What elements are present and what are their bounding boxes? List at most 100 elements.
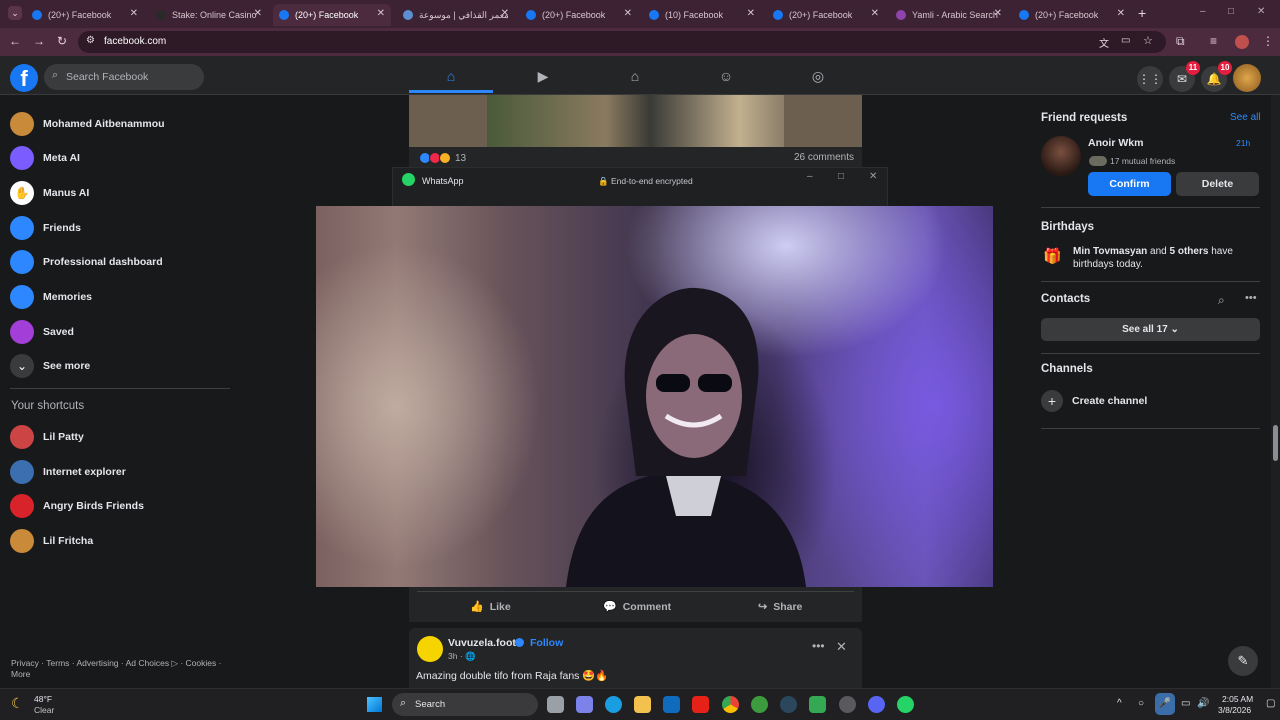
network-icon[interactable]: ▭ (1181, 698, 1190, 709)
onedrive-icon[interactable]: ○ (1138, 698, 1144, 709)
facebook-logo-icon[interactable]: f (10, 64, 38, 92)
file-explorer-icon[interactable] (634, 696, 651, 713)
shortcut-item[interactable]: Lil Fritcha (10, 526, 93, 556)
weather-condition[interactable]: Clear (34, 705, 54, 715)
notifications-button[interactable]: 🔔 10 (1201, 61, 1232, 92)
nav-video-tab[interactable]: ▶ (501, 60, 585, 93)
outlook-icon[interactable] (663, 696, 680, 713)
play-games-icon[interactable] (809, 696, 826, 713)
follow-button[interactable]: Follow (530, 637, 563, 649)
whatsapp-taskbar-icon[interactable] (897, 696, 914, 713)
steam-icon[interactable] (780, 696, 797, 713)
page-avatar[interactable] (417, 636, 443, 662)
create-channel-button[interactable]: + Create channel (1041, 390, 1147, 412)
weather-temperature[interactable]: 48°F (34, 694, 52, 704)
browser-tab[interactable]: (20+) Facebook ✕ (26, 4, 144, 26)
share-button[interactable]: ↪ Share (758, 600, 802, 614)
browser-tab[interactable]: Yamli - Arabic Search ✕ (890, 4, 1008, 26)
comments-count[interactable]: 26 comments (794, 152, 854, 163)
shortcut-item[interactable]: Internet explorer (10, 457, 126, 487)
cast-icon[interactable]: ▭ (1121, 35, 1130, 46)
sidebar-item-memories[interactable]: Memories (10, 282, 92, 312)
wa-minimize-button[interactable]: – (807, 171, 813, 182)
browser-tab[interactable]: (20+) Facebook ✕ (273, 4, 391, 26)
browser-tab[interactable]: معمر القذافي | موسوعة ✕ (397, 4, 515, 26)
notification-center-icon[interactable]: ▢ (1266, 698, 1275, 709)
close-tab-icon[interactable]: ✕ (871, 8, 879, 19)
browser-menu-icon[interactable]: ⋮ (1262, 34, 1274, 48)
browser-profile-avatar[interactable] (1235, 35, 1249, 49)
taskbar-search[interactable]: ⌕ Search (392, 693, 538, 716)
nav-gaming-tab[interactable]: ◎ (776, 60, 860, 93)
post-image[interactable] (409, 95, 862, 147)
browser-tab[interactable]: (20+) Facebook ✕ (767, 4, 885, 26)
birthday-notice[interactable]: Min Tovmasyan and 5 others have birthday… (1073, 245, 1258, 271)
search-input[interactable]: ⌕ Search Facebook (44, 64, 204, 90)
minimize-button[interactable]: – (1200, 6, 1206, 17)
browser-tab[interactable]: (20+) Facebook ✕ (520, 4, 638, 26)
sidebar-item-manus-ai[interactable]: ✋ Manus AI (10, 178, 89, 208)
clock-time[interactable]: 2:05 AM (1222, 694, 1253, 704)
forward-arrow-icon[interactable]: → (33, 34, 45, 48)
delete-button[interactable]: Delete (1176, 172, 1259, 196)
close-window-button[interactable]: ✕ (1257, 6, 1265, 17)
browser-tab[interactable]: (10) Facebook ✕ (643, 4, 761, 26)
see-all-requests-link[interactable]: See all (1230, 112, 1261, 123)
footer-links[interactable]: Privacy · Terms · Advertising · Ad Choic… (11, 658, 231, 680)
account-avatar[interactable] (1233, 64, 1261, 92)
video-call-feed[interactable] (316, 206, 993, 587)
contacts-search-icon[interactable]: ⌕ (1218, 293, 1225, 308)
new-message-button[interactable]: ✎ (1228, 646, 1258, 676)
nav-home-tab[interactable]: ⌂ (409, 60, 493, 93)
sidebar-item-meta-ai[interactable]: Meta AI (10, 143, 80, 173)
tab-search-chevron-icon[interactable]: ⌄ (8, 6, 22, 20)
youtube-icon[interactable] (692, 696, 709, 713)
maximize-button[interactable]: □ (1228, 6, 1234, 17)
scrollbar-thumb[interactable] (1273, 425, 1278, 461)
edge-icon[interactable] (605, 696, 622, 713)
wa-maximize-button[interactable]: □ (838, 171, 844, 182)
extensions-icon[interactable]: ⧉ (1176, 34, 1185, 49)
shortcut-item[interactable]: Lil Patty (10, 422, 84, 452)
mutual-friends-count[interactable]: 17 mutual friends (1110, 156, 1175, 166)
contacts-more-icon[interactable]: ••• (1245, 292, 1257, 304)
more-options-icon[interactable]: ••• (812, 639, 825, 653)
microphone-icon[interactable]: 🎤 (1155, 693, 1175, 715)
close-tab-icon[interactable]: ✕ (501, 8, 509, 19)
close-tab-icon[interactable]: ✕ (624, 8, 632, 19)
task-view-icon[interactable] (547, 696, 564, 713)
page-scrollbar[interactable] (1271, 95, 1280, 688)
volume-icon[interactable]: 🔊 (1197, 698, 1209, 709)
see-all-contacts-button[interactable]: See all 17 ⌄ (1041, 318, 1260, 341)
post-timestamp[interactable]: 3h · 🌐 (448, 651, 476, 662)
reaction-summary[interactable]: 13 (419, 152, 466, 164)
weather-moon-icon[interactable]: ☾ (11, 695, 24, 712)
discord-icon[interactable] (868, 696, 885, 713)
xbox-icon[interactable] (751, 696, 768, 713)
reload-icon[interactable]: ↻ (57, 34, 67, 48)
post-author[interactable]: Vuvuzela.foot (448, 637, 516, 649)
clock-date[interactable]: 3/8/2026 (1218, 705, 1251, 715)
close-tab-icon[interactable]: ✕ (1117, 8, 1125, 19)
tray-chevron-icon[interactable]: ^ (1117, 698, 1122, 709)
translate-icon[interactable]: 文 (1099, 35, 1109, 50)
confirm-button[interactable]: Confirm (1088, 172, 1171, 196)
sidebar-item-mohamed-aitbenammou[interactable]: Mohamed Aitbenammou (10, 109, 165, 139)
back-arrow-icon[interactable]: ← (9, 34, 21, 48)
close-tab-icon[interactable]: ✕ (994, 8, 1002, 19)
sidebar-item-friends[interactable]: Friends (10, 213, 81, 243)
close-tab-icon[interactable]: ✕ (377, 8, 385, 19)
close-post-icon[interactable]: ✕ (836, 639, 847, 655)
messenger-button[interactable]: ✉ 11 (1169, 61, 1200, 92)
sidebar-item-professional-dashboard[interactable]: Professional dashboard (10, 247, 163, 277)
nav-marketplace-tab[interactable]: ⌂ (593, 60, 677, 93)
new-tab-button[interactable]: + (1138, 5, 1146, 21)
close-tab-icon[interactable]: ✕ (747, 8, 755, 19)
requester-name[interactable]: Anoir Wkm (1088, 137, 1143, 149)
close-tab-icon[interactable]: ✕ (130, 8, 138, 19)
bookmark-star-icon[interactable]: ☆ (1143, 34, 1153, 47)
address-bar[interactable]: ⚙ facebook.com 文 ▭ ☆ (78, 31, 1166, 53)
requester-avatar[interactable] (1041, 136, 1081, 176)
sidebar-item-see-more[interactable]: ⌄ See more (10, 351, 90, 381)
teams-icon[interactable] (576, 696, 593, 713)
